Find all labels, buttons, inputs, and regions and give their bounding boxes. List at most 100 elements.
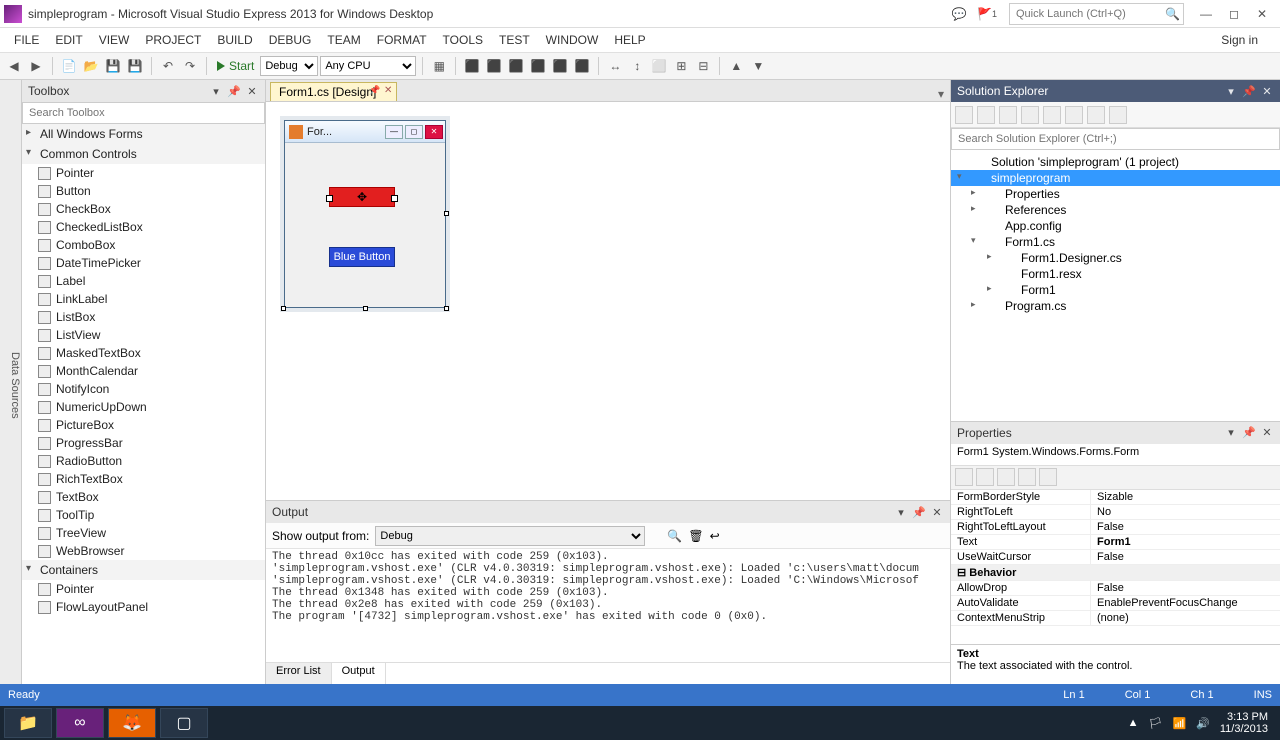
tree-node[interactable]: ▸References — [951, 202, 1280, 218]
menu-debug[interactable]: DEBUG — [261, 31, 320, 49]
tree-node[interactable]: ▸Properties — [951, 186, 1280, 202]
center-h-icon[interactable]: ⊞ — [671, 56, 691, 76]
dropdown-icon[interactable]: ▾ — [209, 85, 223, 98]
properties-page-icon[interactable] — [997, 468, 1015, 486]
pin-icon[interactable]: 📌 — [227, 85, 241, 98]
toolbox-item[interactable]: NotifyIcon — [22, 380, 265, 398]
form-window[interactable]: For... — ◻ ✕ ✥ Blue Button — [284, 120, 446, 308]
tree-node[interactable]: App.config — [951, 218, 1280, 234]
taskbar-firefox-icon[interactable]: 🦊 — [108, 708, 156, 738]
back-icon[interactable] — [955, 106, 973, 124]
layout-align-center-icon[interactable]: ⬛ — [484, 56, 504, 76]
form-close-button[interactable]: ✕ — [425, 125, 443, 139]
start-debug-button[interactable]: Start — [213, 59, 258, 73]
toolbox-item[interactable]: WebBrowser — [22, 542, 265, 560]
toolbox-item[interactable]: PictureBox — [22, 416, 265, 434]
tree-node[interactable]: ▸Program.cs — [951, 298, 1280, 314]
resize-handle[interactable] — [444, 306, 449, 311]
new-project-icon[interactable]: 📄 — [59, 56, 79, 76]
platform-select[interactable]: Any CPU — [320, 56, 416, 76]
sign-in-link[interactable]: Sign in — [1221, 33, 1274, 47]
menu-edit[interactable]: EDIT — [47, 31, 90, 49]
toolbox-item[interactable]: RichTextBox — [22, 470, 265, 488]
configuration-select[interactable]: Debug — [260, 56, 318, 76]
spacing-h-icon[interactable]: ↔ — [605, 56, 625, 76]
dropdown-icon[interactable]: ▾ — [1224, 85, 1238, 98]
tray-volume-icon[interactable]: 🔊 — [1196, 717, 1210, 730]
tree-node[interactable]: ▸Form1.Designer.cs — [951, 250, 1280, 266]
properties-grid[interactable]: FormBorderStyleSizableRightToLeftNoRight… — [951, 490, 1280, 645]
taskbar-app-icon[interactable]: ▢ — [160, 708, 208, 738]
messages-icon[interactable] — [1039, 468, 1057, 486]
toolbox-item[interactable]: Label — [22, 272, 265, 290]
close-icon[interactable]: ✕ — [930, 506, 944, 519]
menu-team[interactable]: TEAM — [319, 31, 368, 49]
layout-align-middle-icon[interactable]: ⬛ — [550, 56, 570, 76]
notifications-flag-icon[interactable]: 🚩1 — [973, 2, 1001, 26]
toolbox-item[interactable]: RadioButton — [22, 452, 265, 470]
clear-all-icon[interactable]: 🗑 — [688, 529, 703, 543]
form-minimize-button[interactable]: — — [385, 125, 403, 139]
close-button[interactable]: ✕ — [1248, 7, 1276, 21]
layout-align-left-icon[interactable]: ⬛ — [462, 56, 482, 76]
refresh-icon[interactable] — [1021, 106, 1039, 124]
toolbox-item[interactable]: TextBox — [22, 488, 265, 506]
nav-back-icon[interactable]: ◀ — [4, 56, 24, 76]
tab-error-list[interactable]: Error List — [266, 663, 332, 684]
toolbox-item[interactable]: MonthCalendar — [22, 362, 265, 380]
menu-view[interactable]: VIEW — [91, 31, 138, 49]
toggle-wrap-icon[interactable]: ↩ — [710, 529, 720, 543]
toolbox-item[interactable]: Button — [22, 182, 265, 200]
maximize-button[interactable]: ◻ — [1220, 7, 1248, 21]
tree-node[interactable]: Solution 'simpleprogram' (1 project) — [951, 154, 1280, 170]
toolbox-item[interactable]: Pointer — [22, 164, 265, 182]
find-icon[interactable]: 🔍 — [667, 529, 682, 543]
taskbar-vs-icon[interactable]: ∞ — [56, 708, 104, 738]
blue-button-control[interactable]: Blue Button — [329, 247, 395, 267]
minimize-button[interactable]: — — [1192, 7, 1220, 21]
toolbox-group[interactable]: Containers — [22, 560, 265, 580]
toolbox-item[interactable]: FlowLayoutPanel — [22, 598, 265, 616]
close-icon[interactable]: ✕ — [245, 85, 259, 98]
tree-node[interactable]: ▾simpleprogram — [951, 170, 1280, 186]
toolbox-item[interactable]: ToolTip — [22, 506, 265, 524]
toolbox-item[interactable]: CheckedListBox — [22, 218, 265, 236]
solution-tree[interactable]: Solution 'simpleprogram' (1 project)▾sim… — [951, 150, 1280, 421]
feedback-icon[interactable]: 💬 — [945, 2, 973, 26]
tray-network-icon[interactable]: 📶 — [1172, 717, 1186, 730]
toolbox-item[interactable]: ListBox — [22, 308, 265, 326]
taskbar-clock[interactable]: 3:13 PM 11/3/2013 — [1220, 711, 1268, 735]
form-maximize-button[interactable]: ◻ — [405, 125, 423, 139]
tree-node[interactable]: ▸Form1 — [951, 282, 1280, 298]
resize-handle[interactable] — [444, 211, 449, 216]
layout-align-right-icon[interactable]: ⬛ — [506, 56, 526, 76]
pin-tab-icon[interactable]: 📌 — [369, 85, 380, 96]
toolbox-item[interactable]: ProgressBar — [22, 434, 265, 452]
properties-icon[interactable] — [1087, 106, 1105, 124]
redo-icon[interactable]: ↷ — [180, 56, 200, 76]
home-icon[interactable] — [977, 106, 995, 124]
toolbox-item[interactable]: ComboBox — [22, 236, 265, 254]
resize-handle[interactable] — [363, 306, 368, 311]
tab-output[interactable]: Output — [332, 663, 386, 684]
bring-front-icon[interactable]: ▲ — [726, 56, 746, 76]
tree-node[interactable]: ▾Form1.cs — [951, 234, 1280, 250]
menu-help[interactable]: HELP — [606, 31, 653, 49]
spacing-v-icon[interactable]: ↕ — [627, 56, 647, 76]
toolbox-group[interactable]: All Windows Forms — [22, 124, 265, 144]
toolbox-item[interactable]: Pointer — [22, 580, 265, 598]
resize-handle[interactable] — [281, 306, 286, 311]
toolbox-item[interactable]: TreeView — [22, 524, 265, 542]
close-tab-icon[interactable]: ✕ — [384, 85, 392, 96]
close-icon[interactable]: ✕ — [1260, 85, 1274, 98]
dropdown-icon[interactable]: ▾ — [894, 506, 908, 519]
show-output-from-select[interactable]: Debug — [375, 526, 645, 546]
pin-icon[interactable]: 📌 — [1242, 85, 1256, 98]
menu-tools[interactable]: TOOLS — [435, 31, 491, 49]
tree-node[interactable]: Form1.resx — [951, 266, 1280, 282]
layout-align-top-icon[interactable]: ⬛ — [528, 56, 548, 76]
alphabetical-icon[interactable] — [976, 468, 994, 486]
menu-project[interactable]: PROJECT — [137, 31, 209, 49]
open-file-icon[interactable]: 📂 — [81, 56, 101, 76]
toolbox-item[interactable]: ListView — [22, 326, 265, 344]
